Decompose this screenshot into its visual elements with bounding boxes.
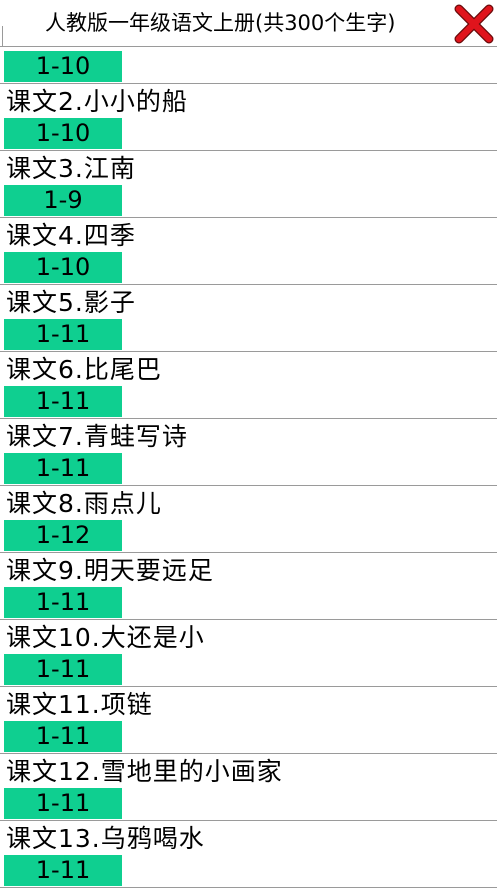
list-item: 1-10 [0, 47, 497, 84]
range-button[interactable]: 1-11 [4, 587, 122, 618]
list-item: 课文11.项链 1-11 [0, 687, 497, 754]
list-item: 课文12.雪地里的小画家 1-11 [0, 754, 497, 821]
lesson-title[interactable]: 课文6.比尾巴 [6, 355, 162, 385]
range-button[interactable]: 1-10 [4, 252, 122, 283]
range-button[interactable]: 1-11 [4, 654, 122, 685]
lesson-title[interactable]: 课文4.四季 [6, 221, 136, 251]
page-title: 人教版一年级语文上册(共300个生字) [45, 11, 396, 35]
lesson-title[interactable]: 课文8.雨点儿 [6, 489, 162, 519]
list-item: 课文13.乌鸦喝水 1-11 [0, 821, 497, 888]
list-item: 课文3.江南 1-9 [0, 151, 497, 218]
list-item: 课文8.雨点儿 1-12 [0, 486, 497, 553]
range-button[interactable]: 1-11 [4, 721, 122, 752]
list-item: 课文7.青蛙写诗 1-11 [0, 419, 497, 486]
lesson-title[interactable]: 课文13.乌鸦喝水 [6, 824, 205, 854]
lesson-title[interactable]: 课文2.小小的船 [6, 87, 188, 117]
close-button[interactable] [453, 3, 495, 45]
close-x-icon [454, 4, 494, 44]
lesson-title[interactable]: 课文7.青蛙写诗 [6, 422, 188, 452]
list-item: 课文10.大还是小 1-11 [0, 620, 497, 687]
list-item: 课文5.影子 1-11 [0, 285, 497, 352]
list-item: 课文2.小小的船 1-10 [0, 84, 497, 151]
range-button[interactable]: 1-11 [4, 386, 122, 417]
range-button[interactable]: 1-11 [4, 788, 122, 819]
range-button[interactable]: 1-9 [4, 185, 122, 216]
lesson-title[interactable]: 课文12.雪地里的小画家 [6, 757, 283, 787]
list-item: 课文6.比尾巴 1-11 [0, 352, 497, 419]
lesson-title[interactable]: 课文3.江南 [6, 154, 136, 184]
range-button[interactable]: 1-10 [4, 51, 122, 82]
range-button[interactable]: 1-12 [4, 520, 122, 551]
lesson-items: 课文2.小小的船 1-10 课文3.江南 1-9 课文4.四季 1-10 课文5.影子 1-1… [0, 84, 497, 888]
lesson-title[interactable]: 课文11.项链 [6, 690, 153, 720]
range-button[interactable]: 1-11 [4, 855, 122, 886]
list-item: 课文9.明天要远足 1-11 [0, 553, 497, 620]
range-button[interactable]: 1-11 [4, 319, 122, 350]
lesson-title[interactable]: 课文5.影子 [6, 288, 136, 318]
lesson-title[interactable]: 课文9.明天要远足 [6, 556, 214, 586]
range-button[interactable]: 1-11 [4, 453, 122, 484]
range-button[interactable]: 1-10 [4, 118, 122, 149]
lesson-list: 1-10 课文2.小小的船 1-10 课文3.江南 1-9 课文4.四季 1-10 课文5.… [0, 47, 497, 888]
lesson-title[interactable]: 课文10.大还是小 [6, 623, 205, 653]
header-bar: 人教版一年级语文上册(共300个生字) [0, 0, 497, 47]
divider [2, 26, 3, 46]
list-item: 课文4.四季 1-10 [0, 218, 497, 285]
